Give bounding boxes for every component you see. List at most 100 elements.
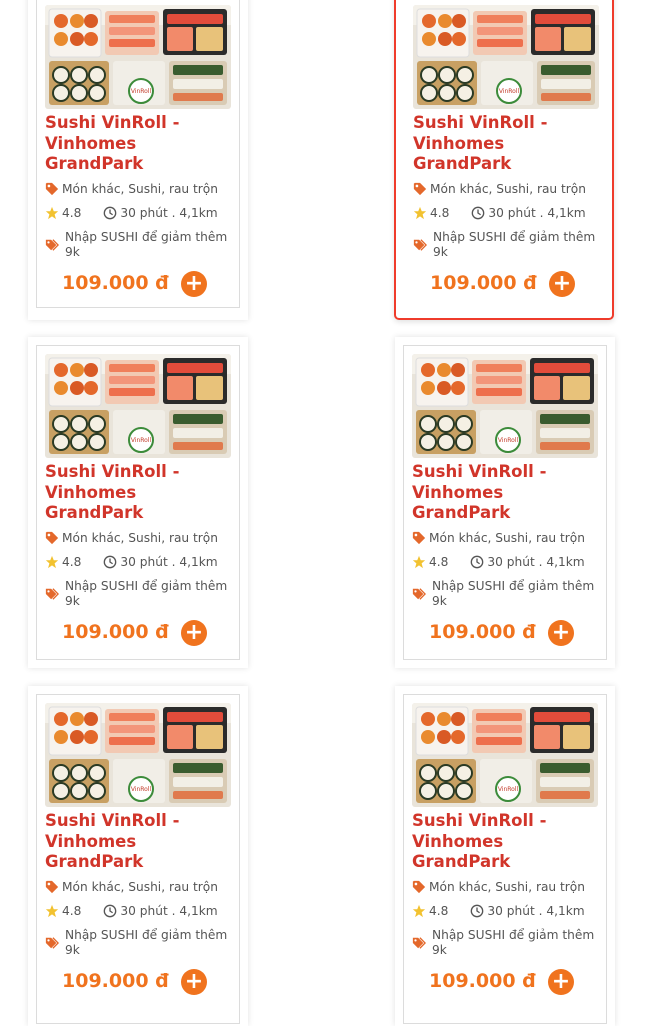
promo-text: Nhập SUSHI để giảm thêm 9k xyxy=(432,579,595,608)
price: 109.000 đ xyxy=(430,272,537,294)
tag-icon xyxy=(45,182,59,196)
clock-icon xyxy=(471,904,484,918)
promo-row: Nhập SUSHI để giảm thêm 9k xyxy=(412,928,602,958)
rating-eta-row: 4.8 30 phút . 4,1km xyxy=(45,206,235,220)
category-row: Món khác, Sushi, rau trộn xyxy=(413,182,603,196)
food-photo[interactable]: VinRoll xyxy=(45,5,231,109)
add-to-cart-button[interactable]: + xyxy=(548,969,574,995)
vinroll-logo-text: VinRoll xyxy=(498,786,519,793)
price: 109.000 đ xyxy=(62,970,169,992)
star-icon xyxy=(45,206,59,220)
add-to-cart-button[interactable]: + xyxy=(181,620,207,646)
category-text: Món khác, Sushi, rau trộn xyxy=(62,880,218,894)
star-icon xyxy=(45,904,59,918)
clock-icon xyxy=(104,904,117,918)
rating-eta-row: 4.8 30 phút . 4,1km xyxy=(413,206,603,220)
category-row: Món khác, Sushi, rau trộn xyxy=(45,880,235,894)
eta-distance: 30 phút . 4,1km xyxy=(120,555,218,569)
restaurant-name[interactable]: Sushi VinRoll - Vinhomes GrandPark xyxy=(45,113,231,175)
clock-icon xyxy=(104,206,117,220)
vinroll-logo-text: VinRoll xyxy=(131,437,152,444)
eta-distance: 30 phút . 4,1km xyxy=(488,206,586,220)
restaurant-card[interactable]: VinRoll Sushi VinRoll - Vinhomes GrandPa… xyxy=(28,686,248,1026)
price: 109.000 đ xyxy=(62,272,169,294)
category-text: Món khác, Sushi, rau trộn xyxy=(62,531,218,545)
promo-text: Nhập SUSHI để giảm thêm 9k xyxy=(432,928,595,957)
tags-icon xyxy=(45,588,59,600)
card-body: VinRoll Sushi VinRoll - Vinhomes GrandPa… xyxy=(36,694,240,1024)
tags-icon xyxy=(413,239,427,251)
add-to-cart-button[interactable]: + xyxy=(181,969,207,995)
vinroll-logo-text: VinRoll xyxy=(498,437,519,444)
restaurant-card[interactable]: VinRoll Sushi VinRoll - Vinhomes GrandPa… xyxy=(395,337,615,668)
price: 109.000 đ xyxy=(429,970,536,992)
price: 109.000 đ xyxy=(429,621,536,643)
category-row: Món khác, Sushi, rau trộn xyxy=(45,531,235,545)
food-photo[interactable]: VinRoll xyxy=(45,354,231,458)
promo-row: Nhập SUSHI để giảm thêm 9k xyxy=(45,230,235,260)
star-icon xyxy=(45,555,59,569)
restaurant-name[interactable]: Sushi VinRoll - Vinhomes GrandPark xyxy=(45,462,231,524)
restaurant-name[interactable]: Sushi VinRoll - Vinhomes GrandPark xyxy=(45,811,231,873)
rating-eta-row: 4.8 30 phút . 4,1km xyxy=(45,904,235,918)
food-photo[interactable]: VinRoll xyxy=(412,703,598,807)
card-body: VinRoll Sushi VinRoll - Vinhomes GrandPa… xyxy=(36,0,240,308)
tag-icon xyxy=(412,880,426,894)
rating-value: 4.8 xyxy=(429,904,449,918)
add-to-cart-button[interactable]: + xyxy=(549,271,575,297)
category-text: Món khác, Sushi, rau trộn xyxy=(429,531,585,545)
rating-eta-row: 4.8 30 phút . 4,1km xyxy=(412,904,602,918)
food-photo[interactable]: VinRoll xyxy=(45,703,231,807)
clock-icon xyxy=(104,555,117,569)
promo-row: Nhập SUSHI để giảm thêm 9k xyxy=(45,928,235,958)
tag-icon xyxy=(45,531,59,545)
category-text: Món khác, Sushi, rau trộn xyxy=(429,880,585,894)
category-row: Món khác, Sushi, rau trộn xyxy=(45,182,235,196)
promo-text: Nhập SUSHI để giảm thêm 9k xyxy=(433,230,596,259)
category-row: Món khác, Sushi, rau trộn xyxy=(412,531,602,545)
promo-text: Nhập SUSHI để giảm thêm 9k xyxy=(65,579,228,608)
tag-icon xyxy=(413,182,427,196)
category-text: Món khác, Sushi, rau trộn xyxy=(430,182,586,196)
rating-eta-row: 4.8 30 phút . 4,1km xyxy=(412,555,602,569)
category-text: Món khác, Sushi, rau trộn xyxy=(62,182,218,196)
promo-row: Nhập SUSHI để giảm thêm 9k xyxy=(413,230,603,260)
vinroll-logo-text: VinRoll xyxy=(131,786,152,793)
rating-value: 4.8 xyxy=(62,904,82,918)
restaurant-card[interactable]: VinRoll Sushi VinRoll - Vinhomes GrandPa… xyxy=(395,686,615,1026)
restaurant-card[interactable]: VinRoll Sushi VinRoll - Vinhomes GrandPa… xyxy=(394,0,614,320)
star-icon xyxy=(413,206,427,220)
food-photo[interactable]: VinRoll xyxy=(412,354,598,458)
category-row: Món khác, Sushi, rau trộn xyxy=(412,880,602,894)
rating-value: 4.8 xyxy=(429,555,449,569)
restaurant-card[interactable]: VinRoll Sushi VinRoll - Vinhomes GrandPa… xyxy=(28,0,248,320)
card-body: VinRoll Sushi VinRoll - Vinhomes GrandPa… xyxy=(403,345,607,660)
tag-icon xyxy=(45,880,59,894)
star-icon xyxy=(412,904,426,918)
price: 109.000 đ xyxy=(62,621,169,643)
eta-distance: 30 phút . 4,1km xyxy=(120,904,218,918)
rating-value: 4.8 xyxy=(430,206,450,220)
card-body: VinRoll Sushi VinRoll - Vinhomes GrandPa… xyxy=(404,0,608,308)
add-to-cart-button[interactable]: + xyxy=(181,271,207,297)
tags-icon xyxy=(45,239,59,251)
promo-row: Nhập SUSHI để giảm thêm 9k xyxy=(412,579,602,609)
clock-icon xyxy=(471,555,484,569)
add-to-cart-button[interactable]: + xyxy=(548,620,574,646)
food-photo[interactable]: VinRoll xyxy=(413,5,599,109)
vinroll-logo-text: VinRoll xyxy=(499,88,520,95)
card-body: VinRoll Sushi VinRoll - Vinhomes GrandPa… xyxy=(403,694,607,1024)
eta-distance: 30 phút . 4,1km xyxy=(120,206,218,220)
promo-text: Nhập SUSHI để giảm thêm 9k xyxy=(65,230,228,259)
tags-icon xyxy=(412,588,426,600)
rating-eta-row: 4.8 30 phút . 4,1km xyxy=(45,555,235,569)
restaurant-card[interactable]: VinRoll Sushi VinRoll - Vinhomes GrandPa… xyxy=(28,337,248,668)
tag-icon xyxy=(412,531,426,545)
restaurant-name[interactable]: Sushi VinRoll - Vinhomes GrandPark xyxy=(412,811,598,873)
promo-text: Nhập SUSHI để giảm thêm 9k xyxy=(65,928,228,957)
star-icon xyxy=(412,555,426,569)
tags-icon xyxy=(412,937,426,949)
tags-icon xyxy=(45,937,59,949)
restaurant-name[interactable]: Sushi VinRoll - Vinhomes GrandPark xyxy=(412,462,598,524)
restaurant-name[interactable]: Sushi VinRoll - Vinhomes GrandPark xyxy=(413,113,599,175)
